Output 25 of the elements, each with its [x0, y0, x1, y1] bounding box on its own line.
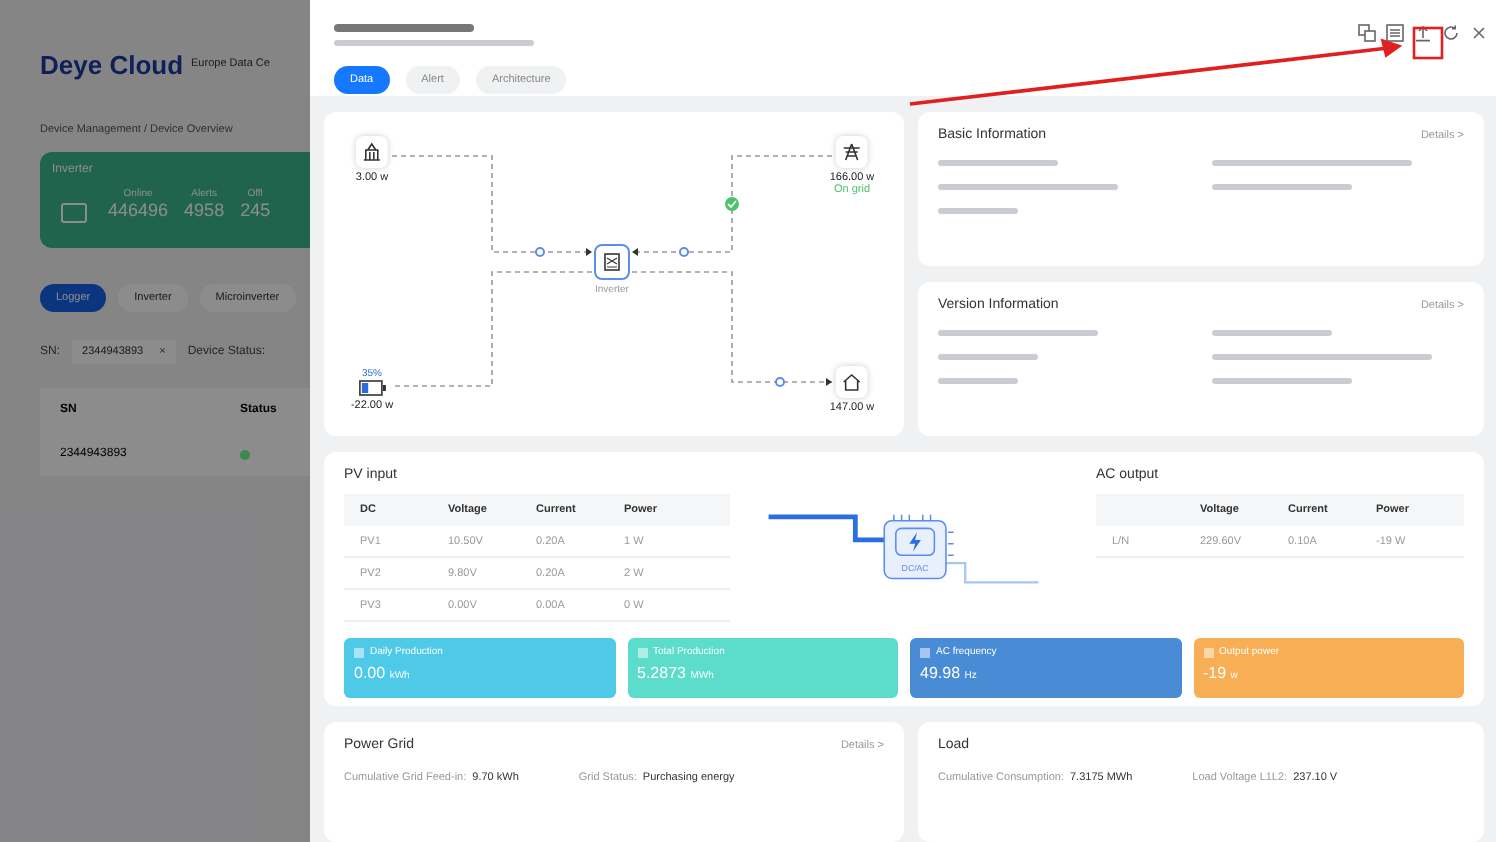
- stat-value: 245: [240, 200, 271, 220]
- blurred-text: [1211, 378, 1351, 384]
- close-icon[interactable]: [1470, 24, 1488, 42]
- device-icon: [60, 200, 88, 224]
- stat-value: 4958: [184, 200, 225, 220]
- blurred-text: [334, 24, 474, 32]
- inverter-icon: [602, 252, 622, 272]
- logo: Deye Cloud: [40, 49, 184, 79]
- blurred-text: [938, 354, 1038, 360]
- battery-icon: [358, 380, 386, 396]
- blurred-text: [1211, 330, 1331, 336]
- blurred-text: [1211, 184, 1351, 190]
- stat-value: 446496: [108, 200, 169, 220]
- blurred-text: [938, 208, 1018, 214]
- power-tower-icon: [842, 142, 862, 162]
- highlight-box: [1412, 26, 1444, 60]
- blurred-text: [938, 378, 1018, 384]
- refresh-icon[interactable]: [1442, 24, 1460, 42]
- blurred-text: [938, 160, 1058, 166]
- upload-icon[interactable]: [1414, 24, 1432, 42]
- solar-panel-icon: [362, 142, 382, 162]
- house-icon: [842, 372, 862, 392]
- copy-icon[interactable]: [1358, 24, 1376, 42]
- check-icon: [725, 197, 739, 211]
- list-icon[interactable]: [1386, 24, 1404, 42]
